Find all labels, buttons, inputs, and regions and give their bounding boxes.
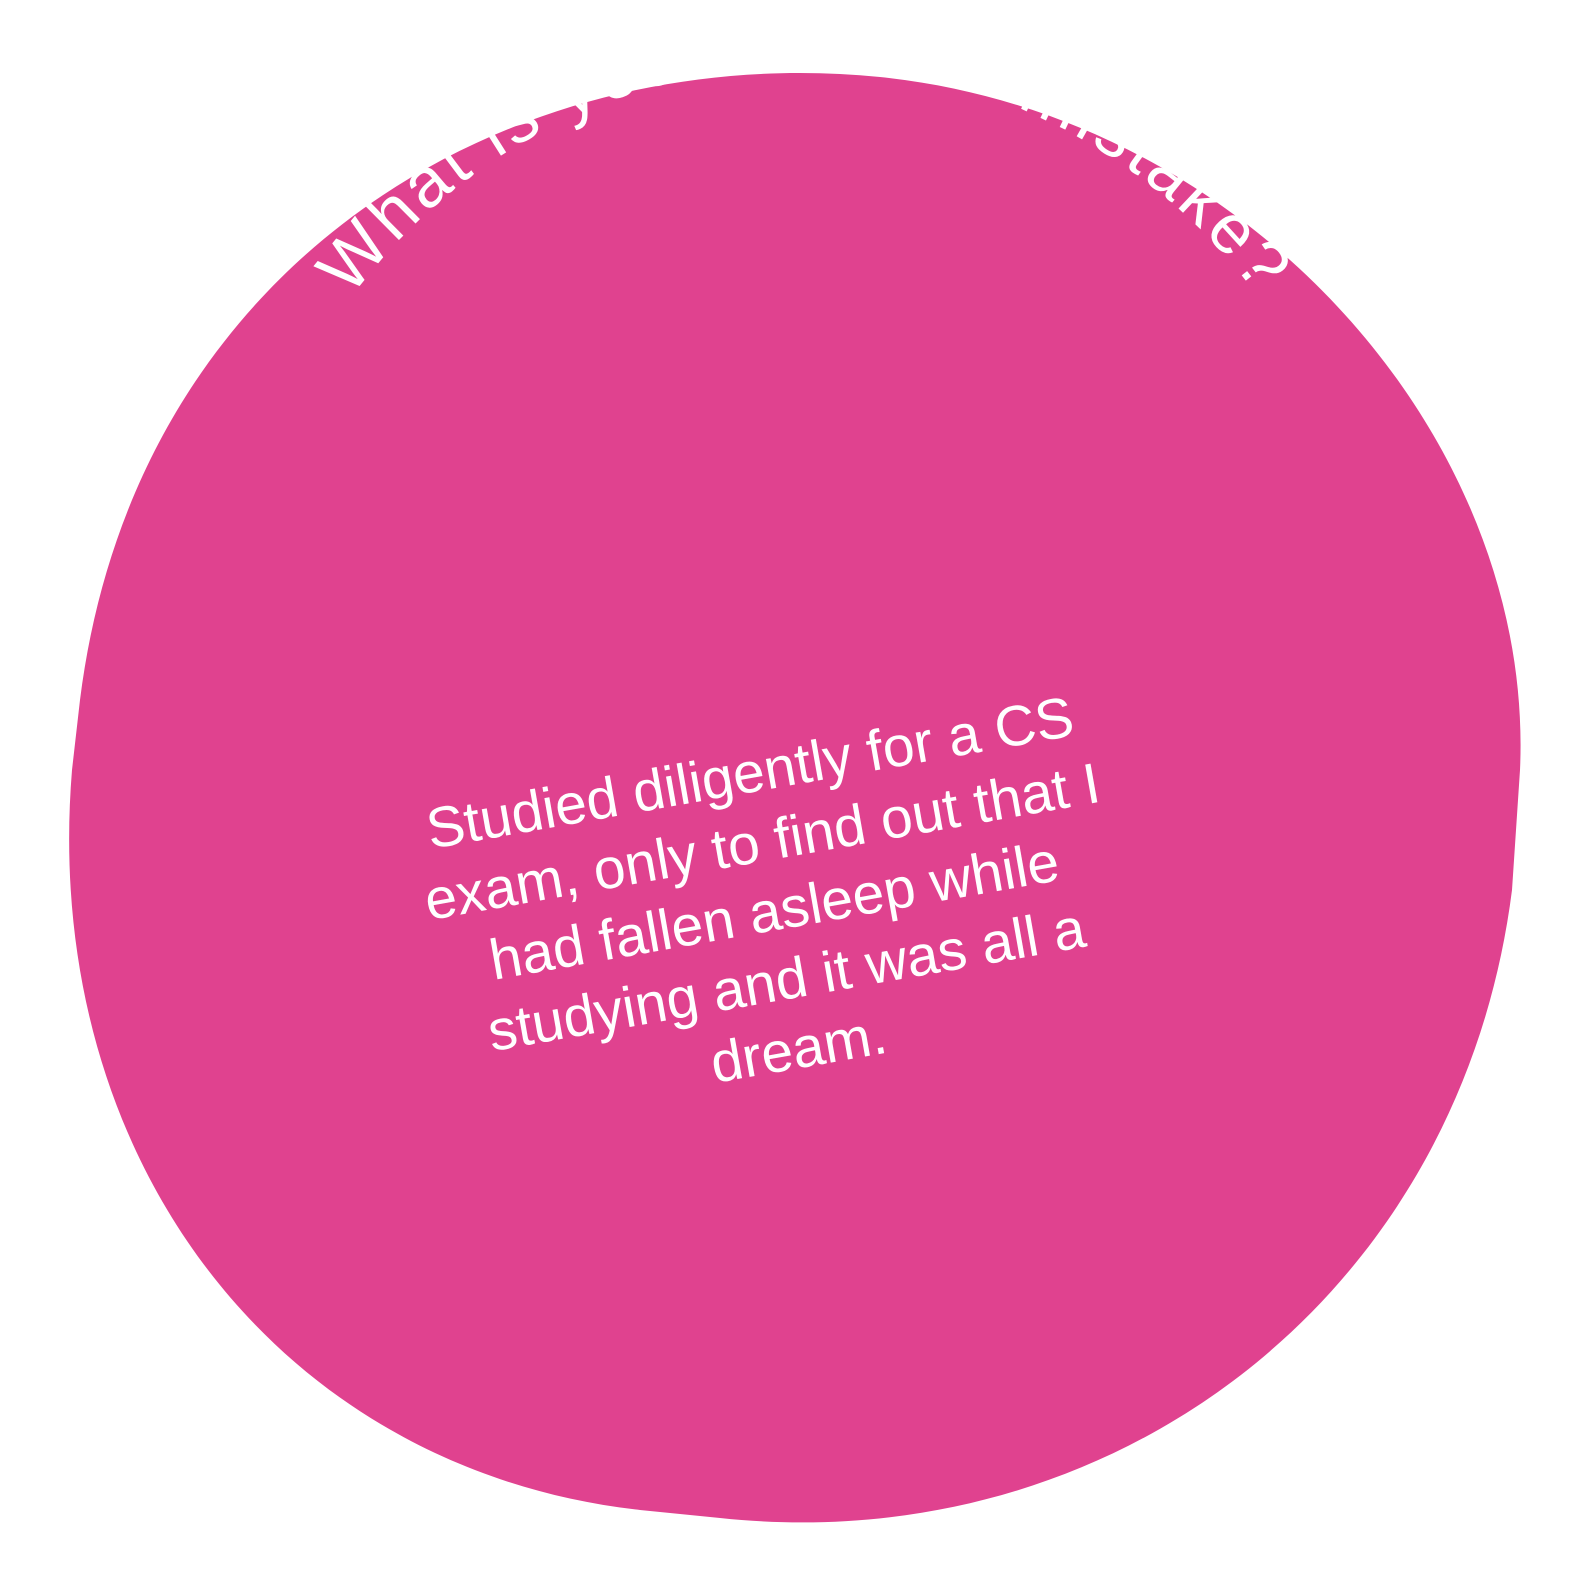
sticker-card: What is your favorite mistake? Studied d…: [0, 0, 1586, 1586]
sticker-graphic: What is your favorite mistake? Studied d…: [69, 3, 1521, 1523]
